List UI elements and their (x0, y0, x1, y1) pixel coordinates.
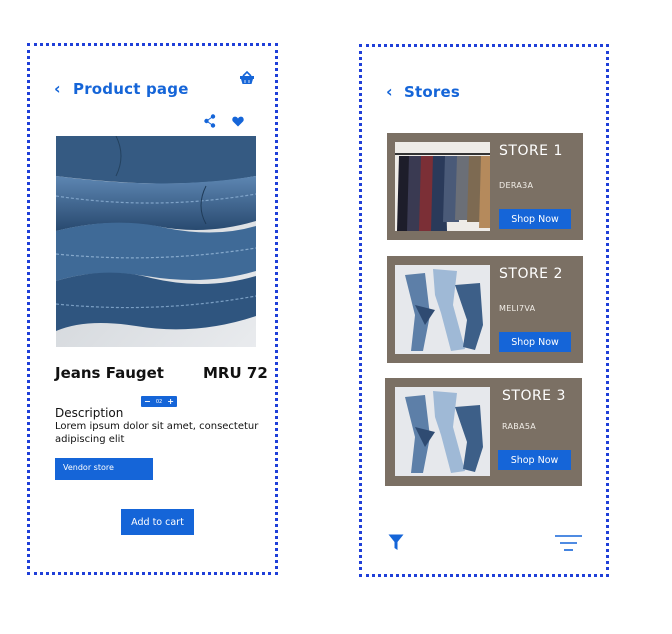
product-name: Jeans Fauget (55, 364, 164, 382)
store-1-code: DERA3A (499, 181, 534, 190)
product-page-screen: ‹ Product page Jeans Fauget MRU 72 − 02 … (27, 43, 278, 575)
store-1-image (395, 142, 490, 231)
product-image (56, 136, 256, 347)
basket-icon[interactable] (239, 71, 255, 85)
share-icon[interactable] (204, 114, 216, 128)
back-chevron-icon[interactable]: ‹ (54, 79, 61, 98)
product-price: MRU 72 (203, 364, 268, 382)
quantity-value: 02 (155, 398, 163, 405)
page-title: Stores (404, 83, 460, 101)
quantity-stepper[interactable]: − 02 + (141, 396, 177, 407)
vendor-store-button[interactable]: Vendor store (55, 458, 153, 480)
back-chevron-icon[interactable]: ‹ (386, 82, 393, 101)
stores-screen: ‹ Stores STORE 1 DERA3A Shop Now STORE 2… (359, 44, 609, 577)
increase-button[interactable]: + (167, 397, 174, 406)
store-3-name: STORE 3 (502, 388, 566, 404)
filter-funnel-icon[interactable] (388, 534, 404, 551)
heart-icon[interactable] (232, 116, 244, 127)
store-1-shop-now-button[interactable]: Shop Now (499, 209, 571, 229)
store-2-image (395, 265, 490, 354)
store-card-1[interactable]: STORE 1 DERA3A Shop Now (387, 133, 583, 240)
store-3-shop-now-button[interactable]: Shop Now (498, 450, 571, 470)
sort-lines-icon[interactable] (555, 534, 582, 552)
store-1-name: STORE 1 (499, 143, 563, 159)
description-text: Lorem ipsum dolor sit amet, consectetur … (55, 421, 259, 445)
store-2-shop-now-button[interactable]: Shop Now (499, 332, 571, 352)
add-to-cart-button[interactable]: Add to cart (121, 509, 194, 535)
store-card-2[interactable]: STORE 2 MELI7VA Shop Now (387, 256, 583, 363)
description-heading: Description (55, 406, 124, 420)
store-2-name: STORE 2 (499, 266, 563, 282)
store-2-code: MELI7VA (499, 304, 536, 313)
page-title: Product page (73, 80, 189, 98)
store-card-3[interactable]: STORE 3 RABA5A Shop Now (385, 378, 582, 486)
store-3-image (395, 387, 490, 476)
decrease-button[interactable]: − (144, 397, 151, 406)
store-3-code: RABA5A (502, 422, 537, 431)
